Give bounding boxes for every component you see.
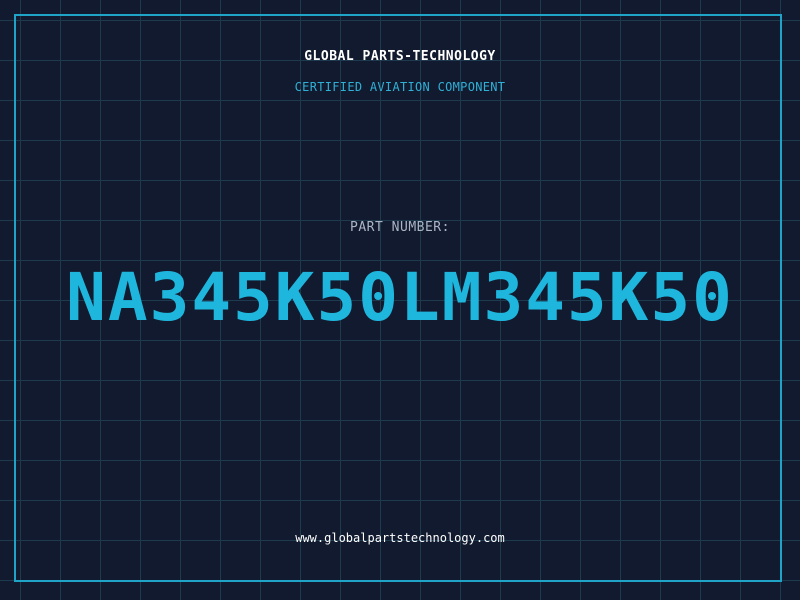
part-number-value: NA345K50LM345K50 [66,259,734,336]
part-number-label: PART NUMBER: [350,220,450,235]
website-url: www.globalpartstechnology.com [295,531,505,545]
tagline: CERTIFIED AVIATION COMPONENT [294,80,506,94]
company-name: GLOBAL PARTS-TECHNOLOGY [304,49,496,64]
certificate-canvas: GLOBAL PARTS-TECHNOLOGY CERTIFIED AVIATI… [0,0,800,600]
